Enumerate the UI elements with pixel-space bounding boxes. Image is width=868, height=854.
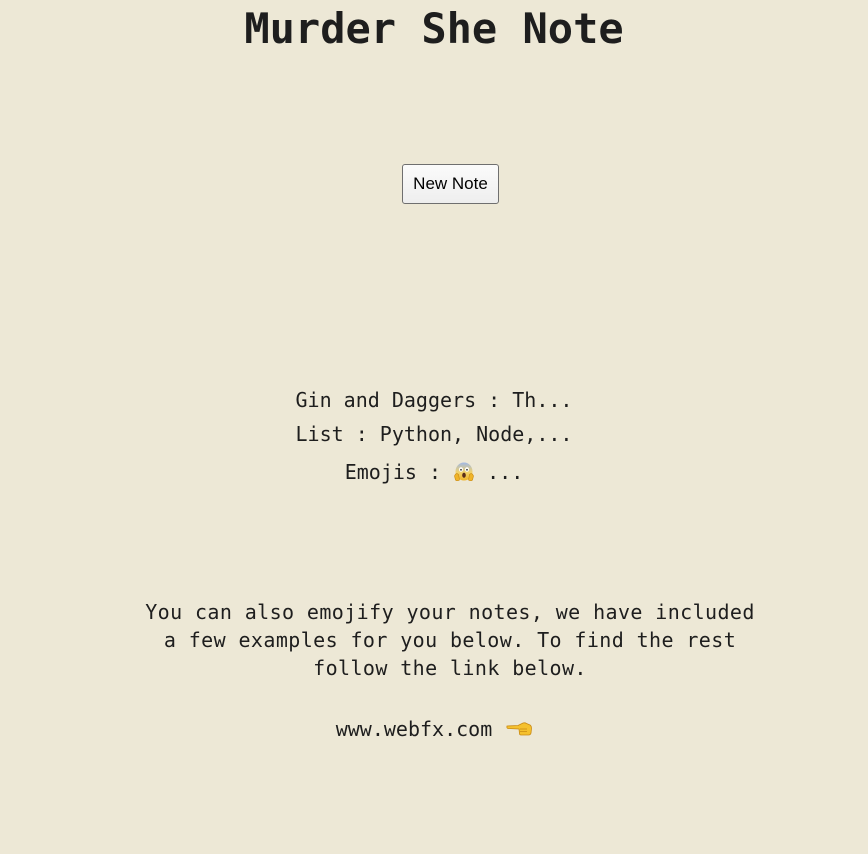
note-item-list[interactable]: List : Python, Node,...	[0, 418, 868, 452]
note-item-emojis-suffix: ...	[475, 460, 524, 484]
note-item-emojis-prefix: Emojis :	[344, 460, 454, 484]
page-title: Murder She Note	[244, 4, 624, 53]
link-row: www.webfx.com	[0, 714, 868, 744]
notes-list: Gin and Daggers : Th... List : Python, N…	[0, 384, 868, 492]
webfx-link[interactable]: www.webfx.com	[336, 717, 493, 741]
emojify-info-text: You can also emojify your notes, we have…	[145, 600, 755, 680]
backhand-index-pointing-left-icon	[506, 721, 533, 735]
note-item-emojis[interactable]: Emojis : ...	[0, 452, 868, 492]
new-note-button[interactable]: New Note	[402, 164, 499, 204]
face-screaming-in-fear-icon	[454, 462, 474, 481]
note-item-gin-and-daggers[interactable]: Gin and Daggers : Th...	[0, 384, 868, 418]
